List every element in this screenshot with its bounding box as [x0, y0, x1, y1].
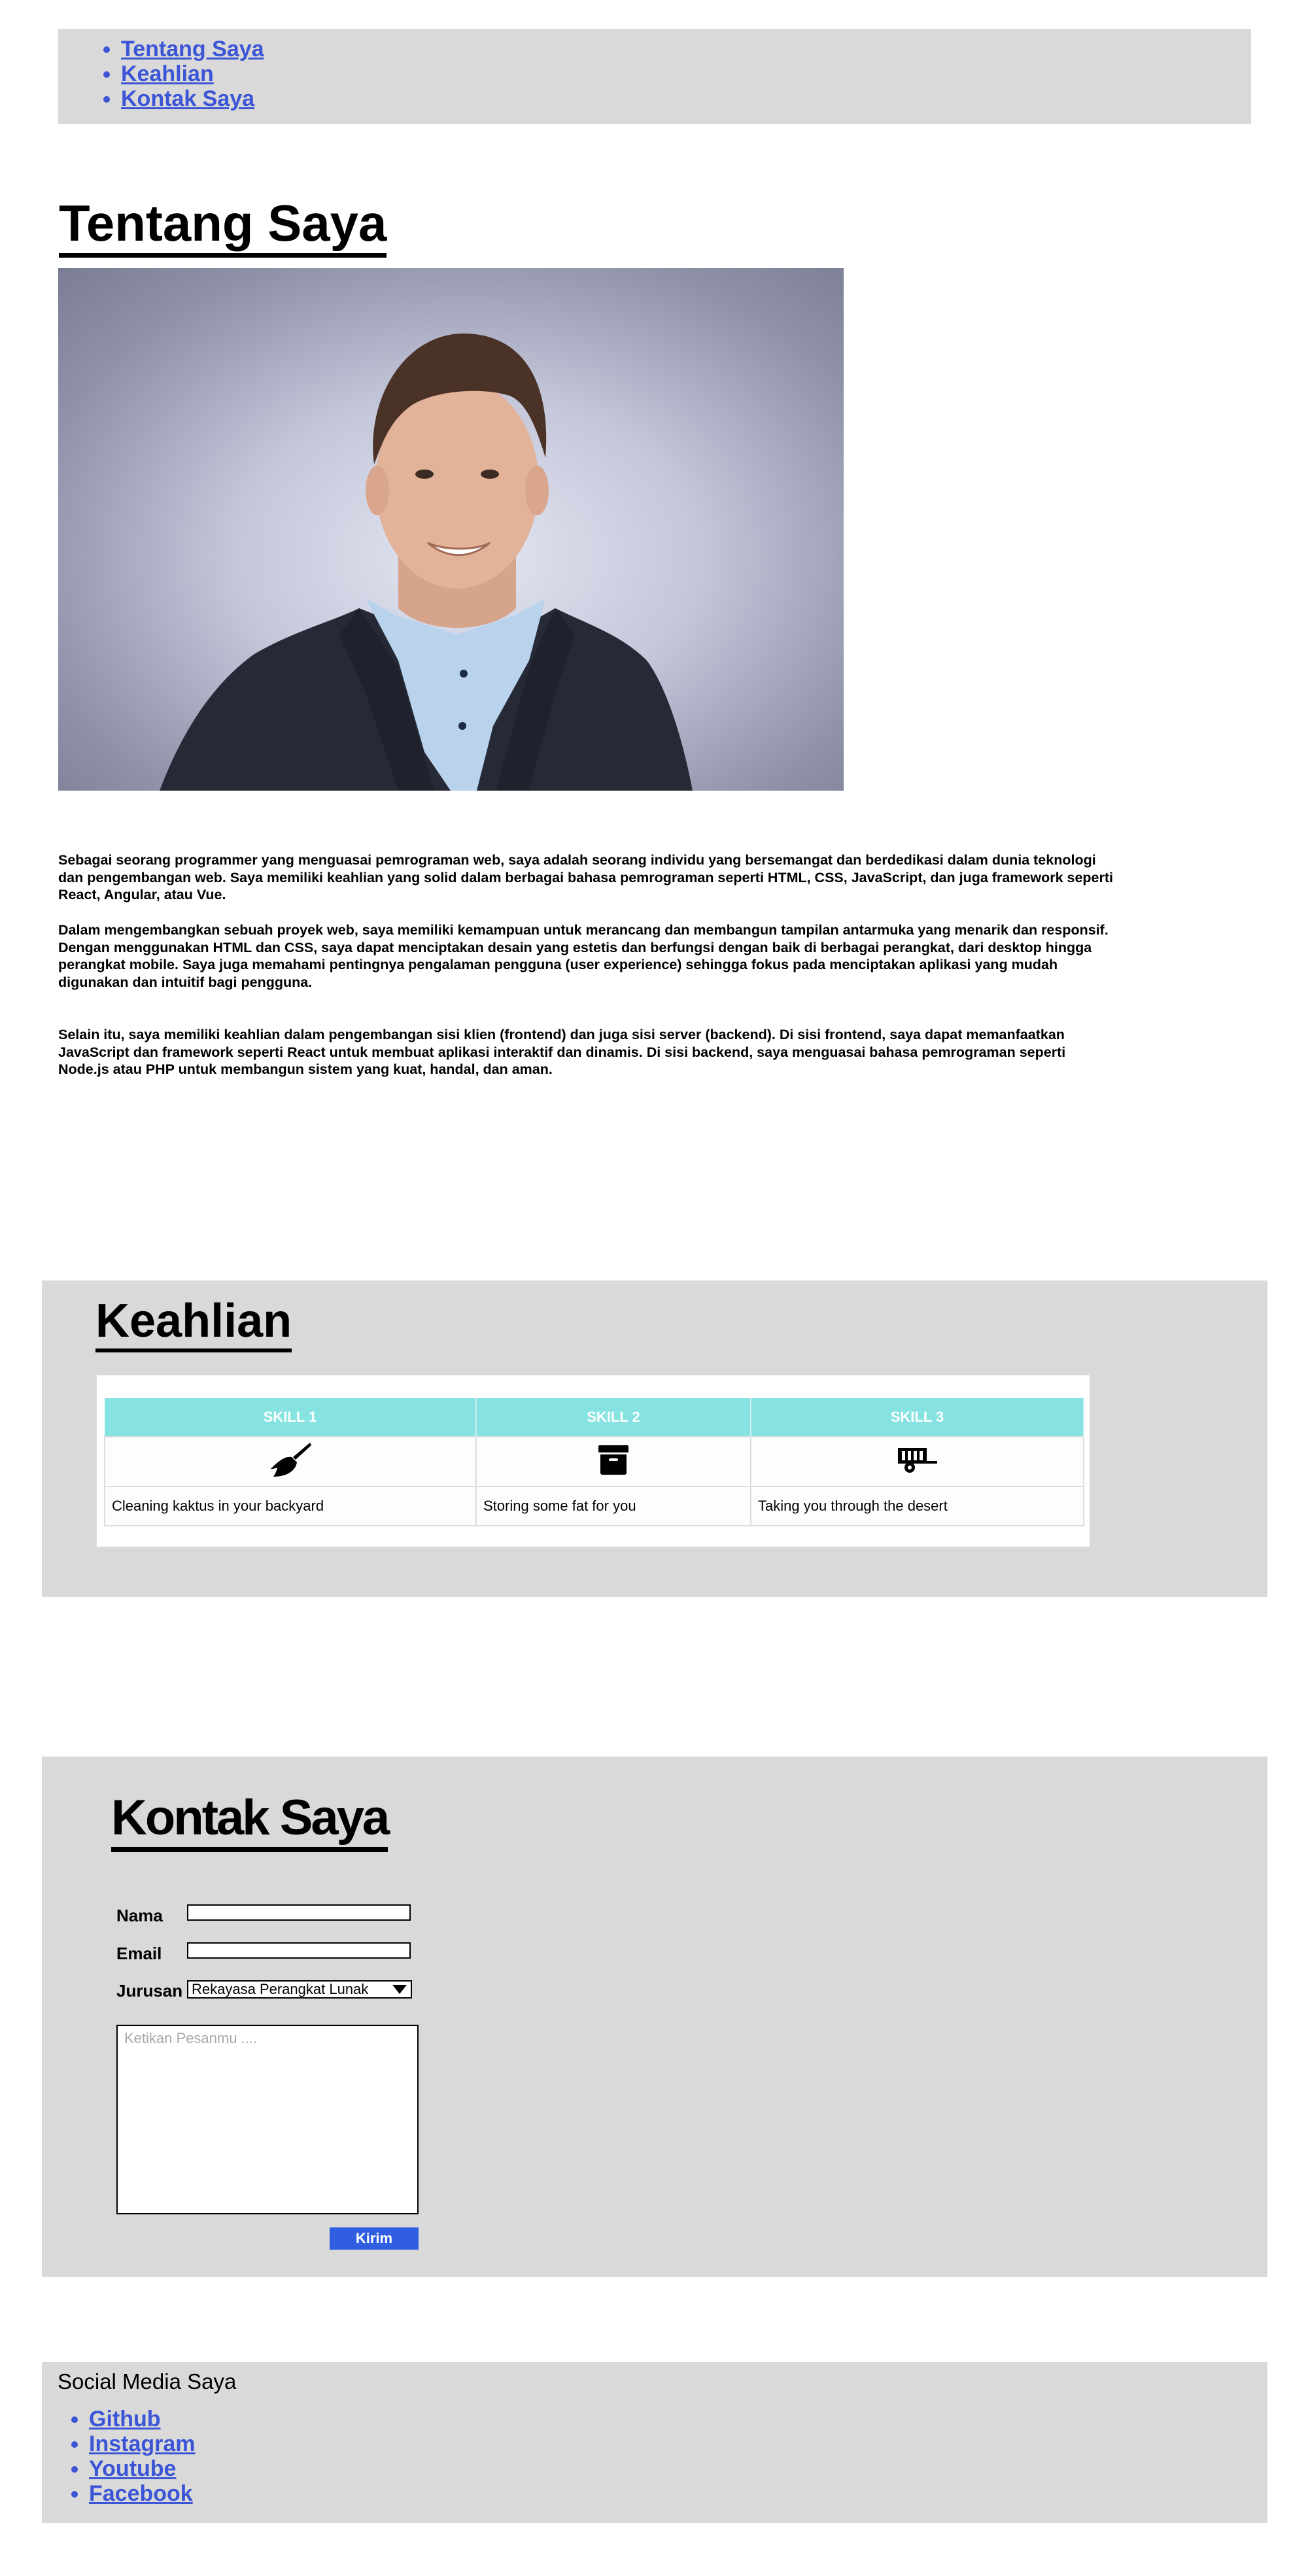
social-item-instagram: Instagram	[89, 2431, 196, 2456]
nav-link-tentang-saya[interactable]: Tentang Saya	[121, 37, 264, 61]
submit-button[interactable]: Kirim	[330, 2227, 419, 2250]
major-selected-value: Rekayasa Perangkat Lunak	[192, 1981, 369, 1997]
skill-description: Storing some fat for you	[475, 1486, 751, 1526]
top-nav: Tentang Saya Keahlian Kontak Saya	[58, 29, 1251, 124]
social-item-facebook: Facebook	[89, 2481, 196, 2506]
social-link-instagram[interactable]: Instagram	[89, 2431, 196, 2456]
skill-icon-cell	[475, 1436, 751, 1487]
skill-header: SKILL 3	[751, 1398, 1084, 1437]
social-link-youtube[interactable]: Youtube	[89, 2456, 176, 2481]
nav-item-tentang-saya: Tentang Saya	[121, 37, 1251, 61]
message-placeholder: Ketikan Pesanmu ....	[124, 2030, 257, 2046]
major-select[interactable]: Rekayasa Perangkat Lunak	[187, 1980, 412, 1999]
nav-item-keahlian: Keahlian	[121, 61, 1251, 86]
email-input[interactable]	[187, 1942, 411, 1959]
social-item-youtube: Youtube	[89, 2456, 196, 2481]
social-link-github[interactable]: Github	[89, 2407, 161, 2431]
skill-header: SKILL 1	[105, 1398, 477, 1437]
profile-photo	[58, 268, 844, 791]
skill-icon-cell	[750, 1436, 1084, 1487]
about-paragraph: Dalam mengembangkan sebuah proyek web, s…	[58, 922, 1109, 990]
archive-box-icon	[598, 1445, 629, 1479]
trailer-icon	[897, 1448, 938, 1479]
skills-desc-row: Cleaning kaktus in your backyard Storing…	[104, 1486, 1084, 1526]
contact-title: Kontak Saya	[111, 1789, 390, 1852]
major-label: Jurusan	[116, 1981, 183, 2001]
skills-icon-row	[104, 1436, 1084, 1487]
skills-header-row: SKILL 1 SKILL 2 SKILL 3	[105, 1398, 1084, 1437]
skills-card: SKILL 1 SKILL 2 SKILL 3 Cleaning kaktus …	[97, 1375, 1090, 1547]
nav-link-kontak-saya[interactable]: Kontak Saya	[121, 86, 254, 111]
skills-section: Keahlian SKILL 1 SKILL 2 SKILL 3 Cleanin…	[42, 1280, 1267, 1597]
skill-description: Cleaning kaktus in your backyard	[104, 1486, 477, 1526]
nav-item-kontak-saya: Kontak Saya	[121, 86, 1251, 111]
nav-list: Tentang Saya Keahlian Kontak Saya	[58, 29, 1251, 111]
skills-table: SKILL 1 SKILL 2 SKILL 3 Cleaning kaktus …	[104, 1398, 1084, 1526]
chevron-down-icon	[392, 1985, 407, 1994]
message-textarea[interactable]: Ketikan Pesanmu ....	[116, 2025, 419, 2214]
skills-title: Keahlian	[95, 1294, 292, 1352]
about-title: Tentang Saya	[59, 193, 387, 258]
social-title: Social Media Saya	[58, 2369, 237, 2394]
social-footer: Social Media Saya Github Instagram Youtu…	[42, 2362, 1267, 2523]
skill-description: Taking you through the desert	[750, 1486, 1084, 1526]
name-label: Nama	[116, 1906, 163, 1925]
about-paragraph: Sebagai seorang programmer yang menguasa…	[58, 852, 1114, 902]
skill-header: SKILL 2	[476, 1398, 751, 1437]
social-list: Github Instagram Youtube Facebook	[42, 2407, 196, 2506]
social-item-github: Github	[89, 2407, 196, 2431]
social-link-facebook[interactable]: Facebook	[89, 2481, 193, 2506]
about-paragraph: Selain itu, saya memiliki keahlian dalam…	[58, 1027, 1066, 1077]
name-input[interactable]	[187, 1904, 411, 1921]
skill-icon-cell	[104, 1436, 477, 1487]
email-label: Email	[116, 1944, 162, 1963]
nav-link-keahlian[interactable]: Keahlian	[121, 61, 214, 86]
contact-section: Kontak Saya Nama Email Jurusan Rekayasa …	[42, 1757, 1267, 2277]
broom-icon	[269, 1443, 311, 1481]
